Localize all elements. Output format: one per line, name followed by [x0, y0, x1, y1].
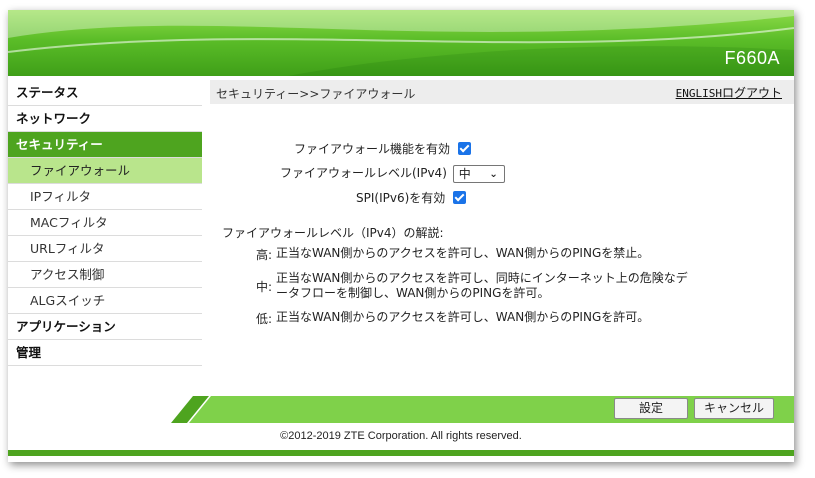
level-description-title: ファイアウォールレベル（IPv4）の解説:: [222, 226, 444, 240]
top-links: ENGLISHログアウト: [676, 84, 782, 101]
main-content: セキュリティー>>ファイアウォール ENGLISHログアウト ファイアウォール機…: [210, 80, 794, 326]
sidebar-subitem-access-control[interactable]: アクセス制御: [8, 262, 202, 288]
sidebar-nav: ステータス ネットワーク セキュリティー ファイアウォール IPフィルタ MAC…: [8, 80, 202, 366]
breadcrumb: セキュリティー>>ファイアウォール: [216, 87, 416, 101]
header-swoosh-decoration: [8, 10, 794, 76]
firewall-enable-label: ファイアウォール機能を有効: [294, 142, 451, 156]
header-banner: F660A: [8, 10, 794, 76]
firewall-enable-row: ファイアウォール機能を有効: [294, 140, 471, 157]
level-text-high: 正当なWAN側からのアクセスを許可し、WAN側からのPINGを禁止。: [276, 246, 650, 260]
spi-enable-label: SPI(IPv6)を有効: [356, 191, 446, 205]
level-text-medium: 正当なWAN側からのアクセスを許可し、同時にインターネット上の危険なデータフロー…: [276, 271, 688, 300]
copyright-text: ©2012-2019 ZTE Corporation. All rights r…: [280, 430, 522, 442]
sidebar-item-application[interactable]: アプリケーション: [8, 314, 202, 340]
sidebar-item-status[interactable]: ステータス: [8, 80, 202, 106]
bottom-stripe: [8, 450, 794, 456]
cancel-button[interactable]: キャンセル: [694, 398, 774, 419]
breadcrumb-bar: セキュリティー>>ファイアウォール ENGLISHログアウト: [210, 80, 794, 104]
sidebar-subitem-alg-switch[interactable]: ALGスイッチ: [8, 288, 202, 314]
sidebar-subitem-ip-filter[interactable]: IPフィルタ: [8, 184, 202, 210]
firewall-level-value: 中: [458, 166, 471, 181]
sidebar-subitem-url-filter[interactable]: URLフィルタ: [8, 236, 202, 262]
level-key-medium: 中:: [255, 280, 272, 294]
device-model-label: F660A: [724, 48, 780, 68]
level-text-low: 正当なWAN側からのアクセスを許可し、WAN側からのPINGを許可。: [276, 310, 650, 324]
apply-button[interactable]: 設定: [614, 398, 688, 419]
spi-enable-checkbox[interactable]: [453, 191, 467, 204]
firewall-level-label: ファイアウォールレベル(IPv4): [280, 166, 447, 180]
level-key-high: 高:: [255, 248, 272, 262]
spi-enable-row: SPI(IPv6)を有効: [356, 189, 467, 206]
firewall-enable-checkbox[interactable]: [457, 142, 471, 155]
logout-link[interactable]: ログアウト: [722, 86, 782, 100]
sidebar-subitem-mac-filter[interactable]: MACフィルタ: [8, 210, 202, 236]
sidebar-item-network[interactable]: ネットワーク: [8, 106, 202, 132]
firewall-level-row: ファイアウォールレベル(IPv4) 中 ⌄: [280, 164, 505, 183]
firewall-level-select[interactable]: 中 ⌄: [452, 164, 505, 183]
english-link[interactable]: ENGLISH: [676, 87, 722, 100]
sidebar-item-management[interactable]: 管理: [8, 340, 202, 366]
router-admin-window: F660A ステータス ネットワーク セキュリティー ファイアウォール IPフィ…: [8, 10, 794, 462]
sidebar-subitem-firewall[interactable]: ファイアウォール: [8, 158, 202, 184]
chevron-down-icon: ⌄: [489, 168, 498, 180]
level-key-low: 低:: [255, 312, 272, 326]
sidebar-item-security[interactable]: セキュリティー: [8, 132, 202, 158]
footer-action-bar: 設定 キャンセル: [8, 396, 794, 423]
